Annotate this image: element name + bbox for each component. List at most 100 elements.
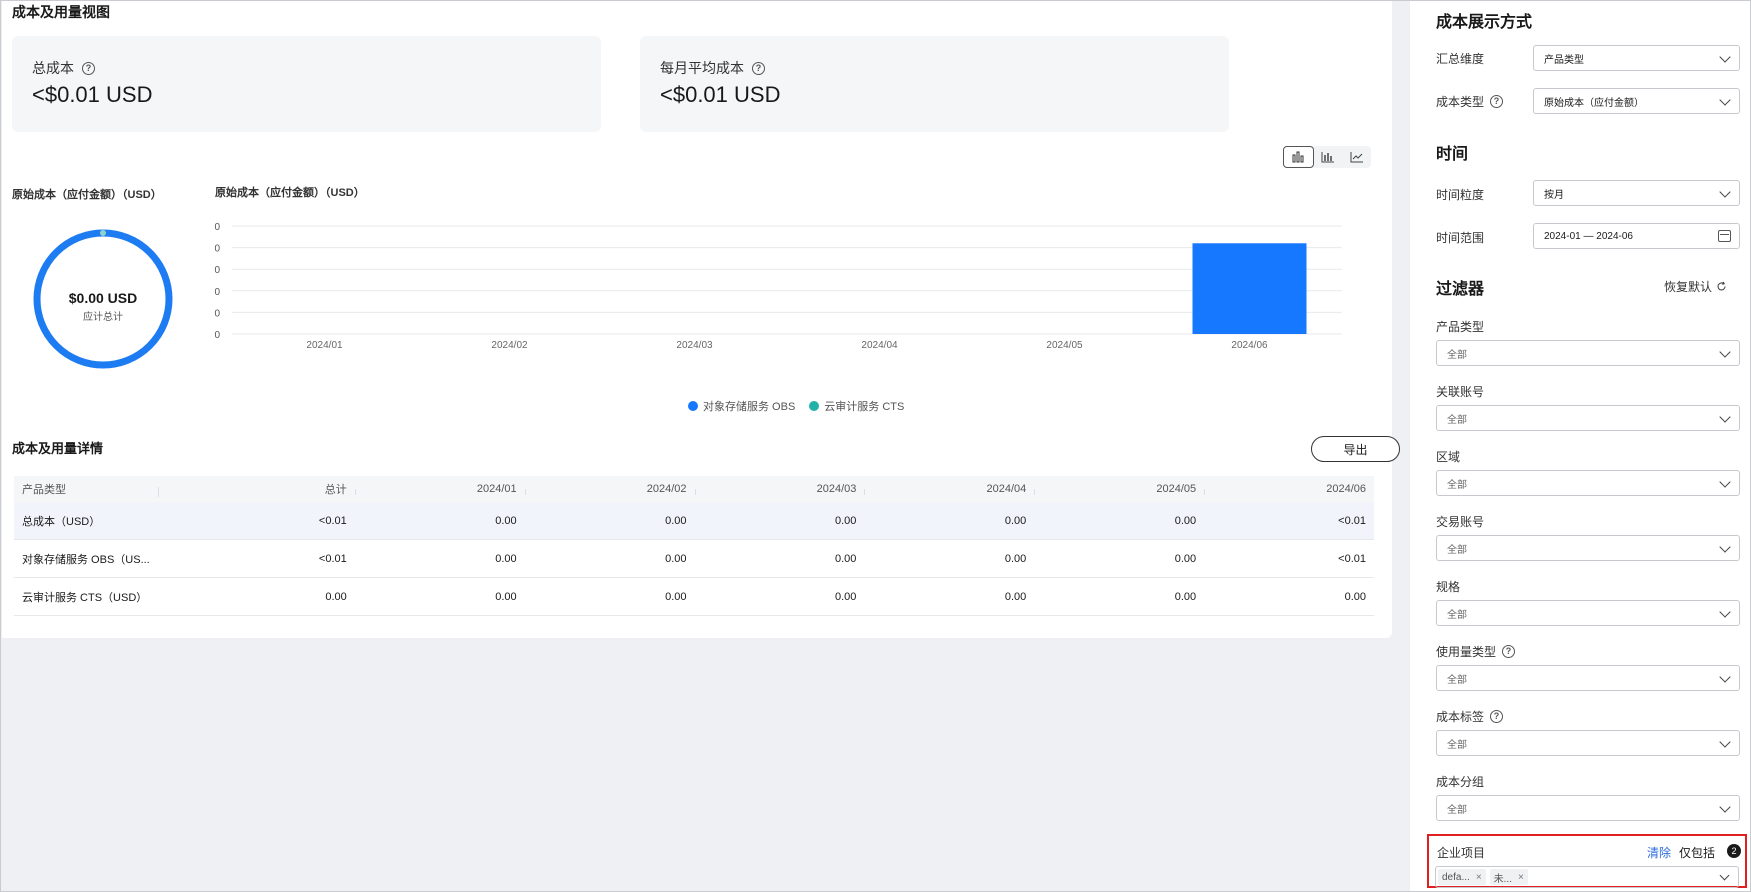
x-tick-label: 2024/05 <box>1046 340 1083 351</box>
line-chart-icon[interactable] <box>1342 146 1371 168</box>
table-header-row: 产品类型 总计 2024/01 2024/02 2024/03 2024/04 … <box>14 476 1374 502</box>
table-cell: 0.00 <box>1004 590 1027 603</box>
table-cell: 0.00 <box>1174 552 1197 565</box>
enterprise-project-select[interactable]: defa... × 未... × <box>1435 866 1739 888</box>
close-icon[interactable]: × <box>1476 872 1482 883</box>
y-tick-label: 0 <box>214 330 220 341</box>
total-cost-card: 总成本 ? <$0.01 USD <box>12 36 601 132</box>
column-header[interactable]: 2024/02 <box>524 483 695 495</box>
table-cell: 0.00 <box>1174 590 1197 603</box>
table-cell: <0.01 <box>1338 552 1366 565</box>
column-header[interactable]: 产品类型 <box>14 481 158 497</box>
time-title: 时间 <box>1436 146 1469 163</box>
time-range-picker[interactable]: 2024-01 — 2024-06 <box>1533 223 1740 249</box>
chart-legend: 对象存储服务 OBS 云审计服务 CTS <box>688 398 904 414</box>
filter-select[interactable]: 全部 <box>1436 730 1740 756</box>
table-cell: <0.01 <box>1338 514 1366 527</box>
cost-bar-chart: 0 0 0 0 0 0 2024/01 2024/02 2024/03 2024/04 2024/0… <box>214 222 1342 351</box>
include-only-toggle[interactable]: 仅包括 <box>1679 844 1715 861</box>
filter-select[interactable]: 全部 <box>1436 535 1740 561</box>
calendar-icon[interactable] <box>1718 230 1731 242</box>
filter-select[interactable]: 全部 <box>1436 665 1740 691</box>
table-cell: 0.00 <box>834 514 857 527</box>
display-settings-panel: 成本展示方式 汇总维度 产品类型 成本类型? 原始成本（应付金额） 时间 时间粒… <box>1410 0 1751 892</box>
help-icon[interactable]: ? <box>1490 95 1504 108</box>
filter-select[interactable]: 全部 <box>1436 340 1740 366</box>
total-cost-value: <$0.01 USD <box>32 82 153 107</box>
filter-label: 交易账号 <box>1436 515 1485 529</box>
donut-sub-label: 应计总计 <box>83 312 123 323</box>
chevron-down-icon <box>1719 476 1731 488</box>
bar-chart-icon[interactable] <box>1283 146 1314 168</box>
filter-select[interactable]: 全部 <box>1436 470 1740 496</box>
column-header[interactable]: 2024/06 <box>1204 483 1374 495</box>
monthly-average-value: <$0.01 USD <box>660 82 781 107</box>
table-row[interactable]: 对象存储服务 OBS（US... <0.01 0.00 0.00 0.00 0.… <box>14 540 1374 578</box>
table-cell: 0.00 <box>834 590 857 603</box>
chevron-down-icon <box>1719 671 1731 683</box>
reset-default-button[interactable]: 恢复默认 <box>1664 278 1727 295</box>
legend-item-obs[interactable]: 对象存储服务 OBS <box>688 398 795 414</box>
help-icon[interactable]: ? <box>1490 710 1504 723</box>
filter-label: 区域 <box>1436 450 1461 464</box>
table-cell: 0.00 <box>495 590 517 603</box>
legend-label-obs: 对象存储服务 OBS <box>703 401 796 413</box>
column-header[interactable]: 2024/03 <box>694 483 865 495</box>
y-tick-label: 0 <box>214 287 220 298</box>
filter-select[interactable]: 全部 <box>1436 405 1740 431</box>
display-title: 成本展示方式 <box>1436 14 1533 31</box>
table-cell: 对象存储服务 OBS（US... <box>22 553 150 566</box>
column-header[interactable]: 2024/01 <box>354 483 525 495</box>
close-icon[interactable]: × <box>1518 872 1524 883</box>
x-tick-label: 2024/01 <box>306 340 343 351</box>
help-icon[interactable]: ? <box>82 61 95 75</box>
stacked-bar-icon[interactable] <box>1314 146 1343 168</box>
help-icon[interactable]: ? <box>1502 645 1516 658</box>
chevron-down-icon <box>1719 346 1731 358</box>
bar[interactable] <box>1192 243 1307 334</box>
column-header[interactable]: 总计 <box>158 481 355 497</box>
table-cell: 0.00 <box>495 552 517 565</box>
export-button[interactable]: 导出 <box>1311 436 1400 462</box>
project-tag: 未... × <box>1489 869 1528 885</box>
table-row[interactable]: 云审计服务 CTS（USD） 0.00 0.00 0.00 0.00 0.00 … <box>14 578 1374 616</box>
cost-type-select[interactable]: 原始成本（应付金额） <box>1533 88 1740 114</box>
group-by-label: 汇总维度 <box>1436 52 1485 66</box>
cost-type-label: 成本类型? <box>1436 93 1504 110</box>
donut-marker <box>100 230 106 236</box>
clear-link[interactable]: 清除 <box>1647 844 1671 861</box>
column-header[interactable]: 2024/04 <box>864 483 1034 495</box>
chevron-down-icon <box>1719 736 1731 748</box>
filter-label: 规格 <box>1436 580 1461 594</box>
table-cell: 0.00 <box>1004 552 1027 565</box>
legend-item-cts[interactable]: 云审计服务 CTS <box>809 398 904 414</box>
total-cost-label: 总成本 <box>32 60 74 76</box>
table-row[interactable]: 总成本（USD） <0.01 0.00 0.00 0.00 0.00 0.00 … <box>14 502 1374 540</box>
granularity-label: 时间粒度 <box>1436 188 1485 202</box>
filter-label: 使用量类型? <box>1436 643 1516 660</box>
x-tick-label: 2024/02 <box>491 340 528 351</box>
table-cell: 0.00 <box>1004 514 1027 527</box>
table-cell: <0.01 <box>318 552 347 565</box>
table-cell: 0.00 <box>495 514 517 527</box>
help-icon[interactable]: ? <box>752 61 765 75</box>
group-by-select[interactable]: 产品类型 <box>1533 45 1740 71</box>
donut-center: $0.00 USD 应计总计 <box>30 290 176 323</box>
filter-select[interactable]: 全部 <box>1436 795 1740 821</box>
filter-label: 关联账号 <box>1436 385 1485 399</box>
table-cell: 0.00 <box>325 590 347 603</box>
filter-select[interactable]: 全部 <box>1436 600 1740 626</box>
donut-amount: $0.00 USD <box>68 290 138 306</box>
cost-details-table: 产品类型 总计 2024/01 2024/02 2024/03 2024/04 … <box>14 476 1374 616</box>
selected-count-badge: 2 <box>1727 844 1741 858</box>
chevron-down-icon <box>1719 801 1731 813</box>
column-header[interactable]: 2024/05 <box>1034 483 1204 495</box>
granularity-select[interactable]: 按月 <box>1533 180 1740 206</box>
legend-dot <box>688 401 698 411</box>
chevron-down-icon <box>1719 411 1731 423</box>
monthly-average-cost-card: 每月平均成本 ? <$0.01 USD <box>640 36 1229 132</box>
chevron-down-icon <box>1719 870 1730 881</box>
table-cell: <0.01 <box>318 514 347 527</box>
chart-view-switch <box>1283 146 1371 168</box>
table-cell: 云审计服务 CTS（USD） <box>22 591 148 604</box>
